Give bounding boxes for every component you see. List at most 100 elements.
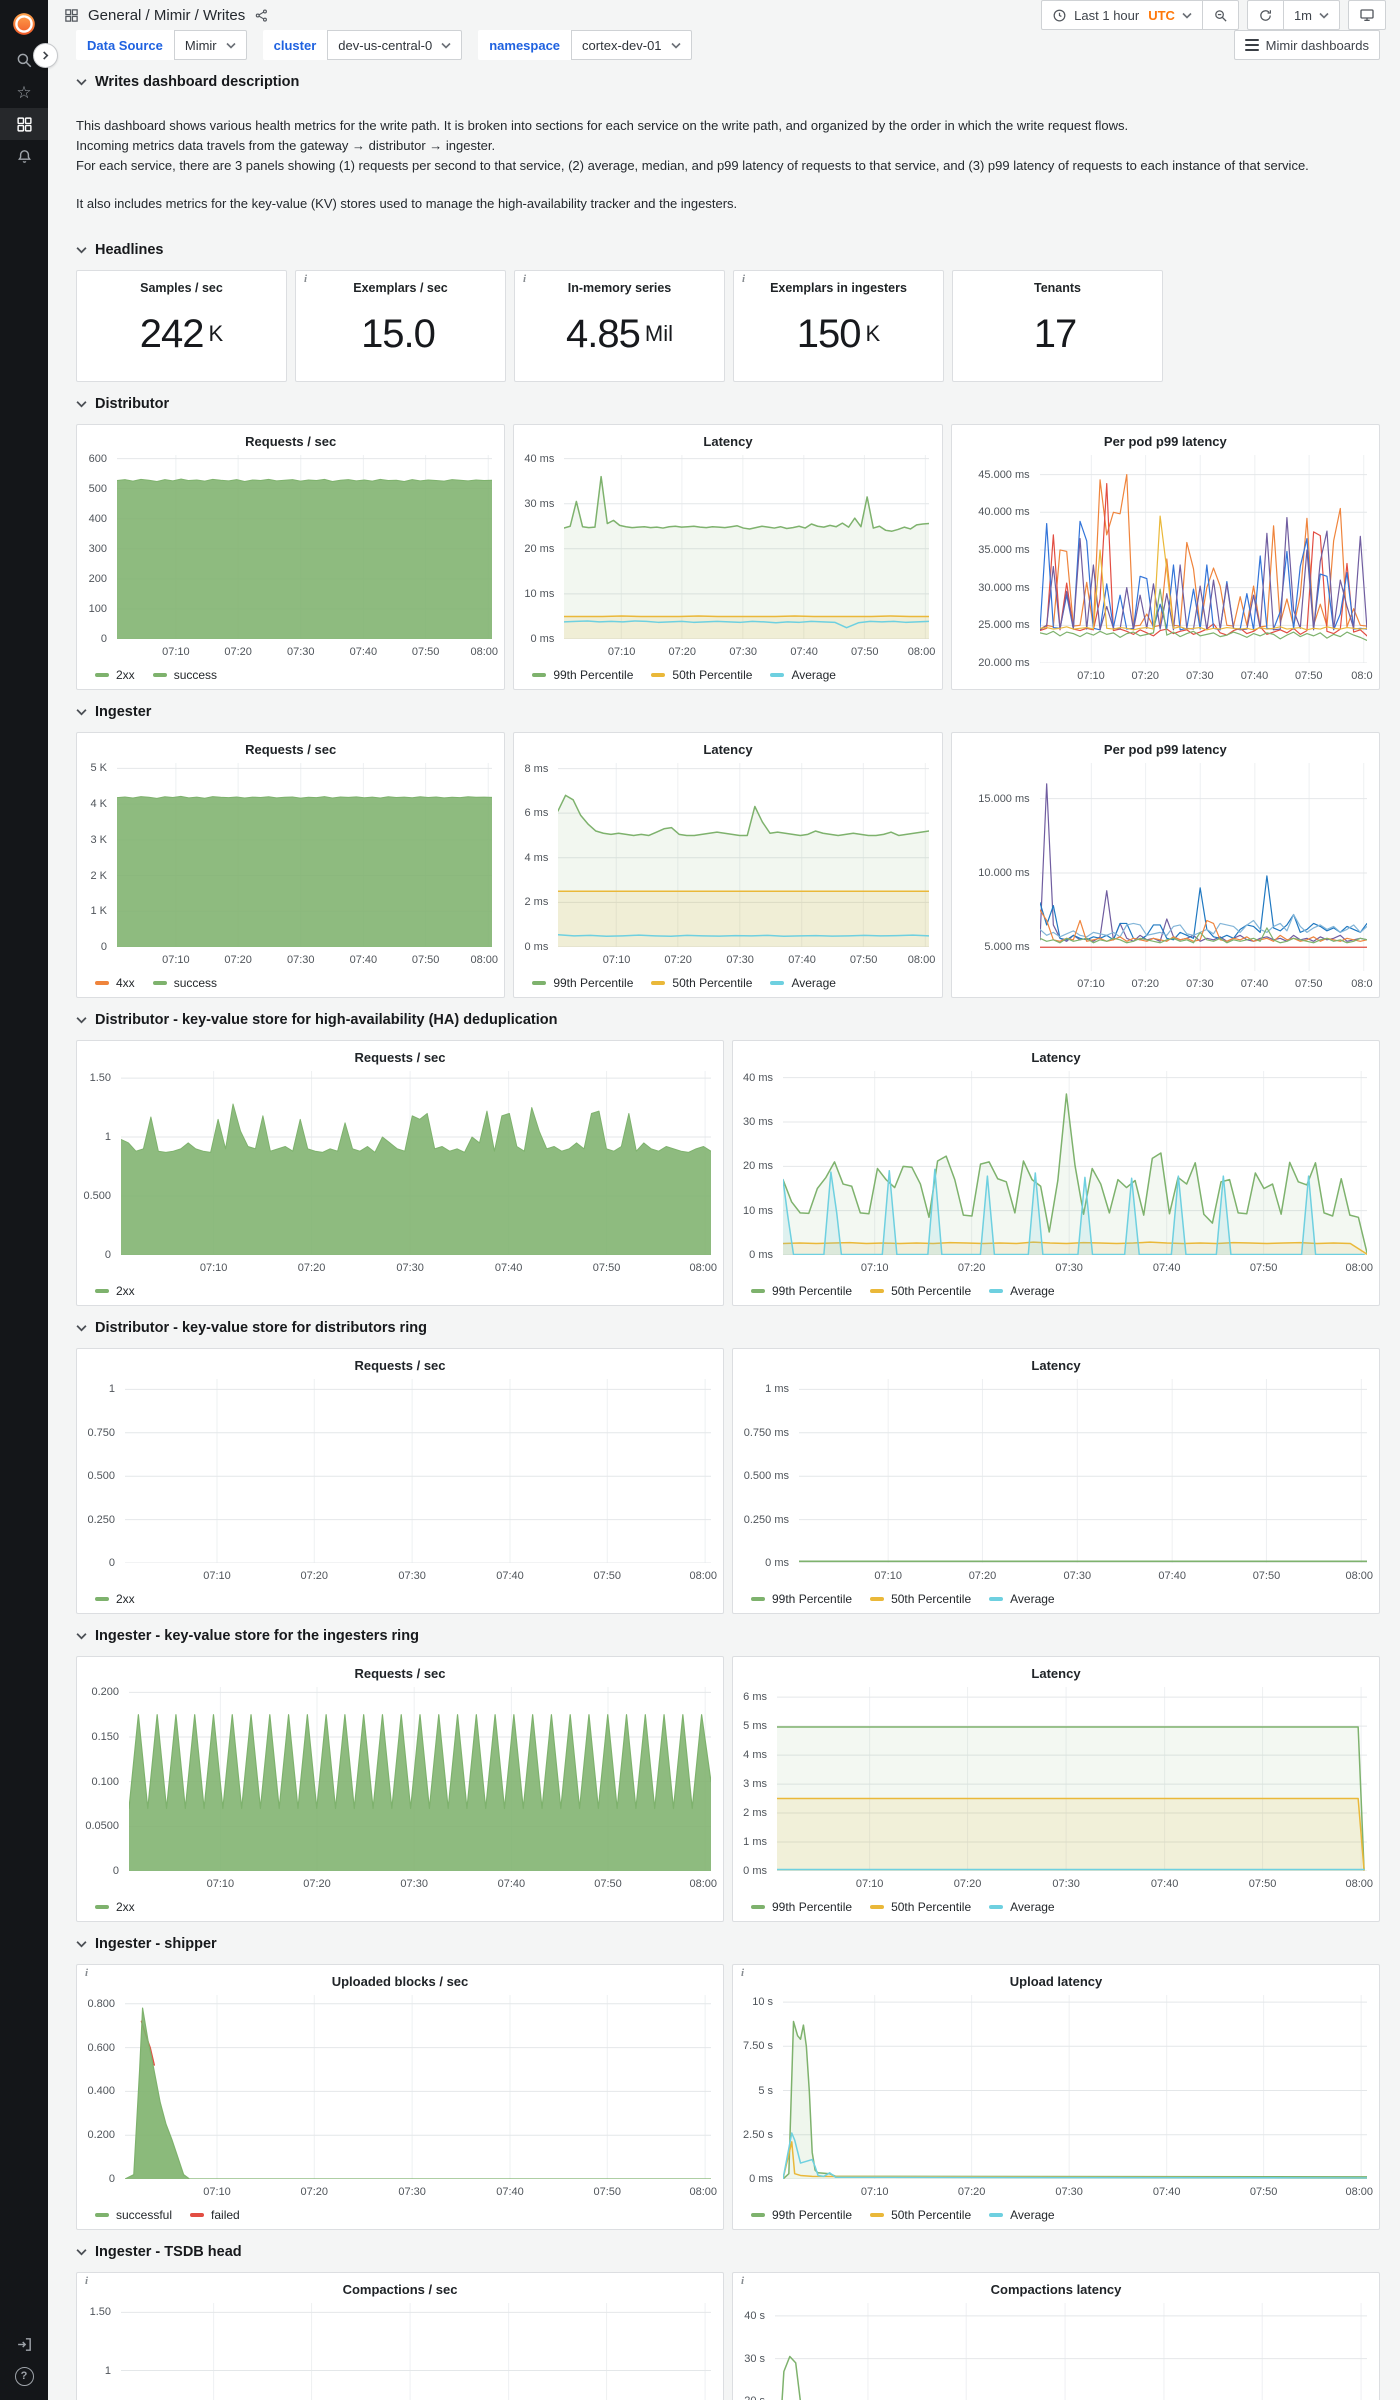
panel-title[interactable]: Requests / sec — [77, 1349, 723, 1373]
panel-title[interactable]: Latency — [733, 1349, 1379, 1373]
info-icon[interactable]: i — [304, 273, 307, 285]
alerting-bell-icon[interactable] — [0, 140, 48, 172]
panel-title[interactable]: Per pod p99 latency — [952, 425, 1379, 449]
legend-item[interactable]: Average — [770, 976, 836, 990]
legend-item[interactable]: Average — [989, 1900, 1055, 1914]
legend-item[interactable]: success — [152, 668, 217, 682]
chart-plot-area[interactable] — [120, 1071, 712, 1256]
panel-title[interactable]: Requests / sec — [77, 1041, 723, 1065]
section-header-ingesters-ring[interactable]: Ingester - key-value store for the inges… — [76, 1626, 1380, 1646]
legend-item[interactable]: 2xx — [95, 1900, 135, 1914]
legend-item[interactable]: successful — [95, 2208, 172, 2222]
info-icon[interactable]: i — [85, 2275, 88, 2287]
panel-title[interactable]: Latency — [733, 1657, 1379, 1681]
legend-item[interactable]: 99th Percentile — [751, 1592, 852, 1606]
panel-title[interactable]: Compactions latency — [733, 2273, 1379, 2297]
refresh-interval-dropdown[interactable]: 1m — [1283, 0, 1340, 30]
chart-plot-area[interactable] — [116, 455, 493, 640]
chart-plot-area[interactable] — [782, 1071, 1368, 1256]
share-icon[interactable] — [254, 8, 269, 23]
panel-title[interactable]: Per pod p99 latency — [952, 733, 1379, 757]
mimir-dashboards-button[interactable]: Mimir dashboards — [1233, 30, 1380, 60]
section-header-shipper[interactable]: Ingester - shipper — [76, 1934, 1380, 1954]
legend-item[interactable]: 99th Percentile — [532, 976, 633, 990]
zoom-out-button[interactable] — [1202, 0, 1239, 30]
dashboards-icon[interactable] — [0, 108, 48, 140]
panel-title[interactable]: Latency — [514, 425, 941, 449]
chart-plot-area[interactable] — [798, 1379, 1368, 1564]
section-header-ingester[interactable]: Ingester — [76, 702, 1380, 722]
chevron-down-icon — [441, 42, 451, 49]
legend-item[interactable]: 50th Percentile — [870, 2208, 971, 2222]
legend-item[interactable]: 50th Percentile — [870, 1900, 971, 1914]
breadcrumb[interactable]: General / Mimir / Writes — [64, 7, 269, 24]
panel-title[interactable]: Requests / sec — [77, 733, 504, 757]
tv-mode-button[interactable] — [1348, 0, 1386, 30]
legend-item[interactable]: 50th Percentile — [870, 1592, 971, 1606]
panel-title[interactable]: Uploaded blocks / sec — [77, 1965, 723, 1989]
info-icon[interactable]: i — [741, 2275, 744, 2287]
legend-item[interactable]: success — [152, 976, 217, 990]
legend-item[interactable]: 99th Percentile — [532, 668, 633, 682]
legend-item[interactable]: 99th Percentile — [751, 2208, 852, 2222]
legend-item[interactable]: 50th Percentile — [870, 1284, 971, 1298]
chart-plot-area[interactable] — [125, 1379, 711, 1564]
legend-item[interactable]: Average — [770, 668, 836, 682]
section-header-distributors-ring[interactable]: Distributor - key-value store for distri… — [76, 1318, 1380, 1338]
chart-plot-area[interactable] — [557, 763, 931, 948]
chart-plot-area[interactable] — [124, 1995, 712, 2180]
legend-item[interactable]: Average — [989, 2208, 1055, 2222]
panel-title[interactable]: Compactions / sec — [77, 2273, 723, 2297]
expand-sidebar-button[interactable] — [33, 43, 58, 68]
panel-title[interactable]: Latency — [514, 733, 941, 757]
legend-item[interactable]: 99th Percentile — [751, 1900, 852, 1914]
legend-item[interactable]: 4xx — [95, 976, 135, 990]
panel-title[interactable]: Latency — [733, 1041, 1379, 1065]
star-icon[interactable]: ☆ — [0, 76, 48, 108]
section-header-distributor[interactable]: Distributor — [76, 394, 1380, 414]
chart-plot-area[interactable] — [1039, 763, 1368, 971]
chart-plot-area[interactable] — [116, 763, 493, 948]
chart-plot-area[interactable] — [128, 1687, 712, 1872]
legend-item[interactable]: 50th Percentile — [651, 668, 752, 682]
chart-plot-area[interactable] — [776, 1687, 1367, 1872]
panel-title[interactable]: Requests / sec — [77, 425, 504, 449]
legend-item[interactable]: failed — [190, 2208, 240, 2222]
variable-value-dropdown[interactable]: dev-us-central-0 — [327, 30, 463, 60]
stat-label[interactable]: Exemplars / sec — [296, 271, 505, 295]
stat-label[interactable]: Samples / sec — [77, 271, 286, 295]
variable-value-dropdown[interactable]: cortex-dev-01 — [571, 30, 692, 60]
chart-plot-area[interactable] — [1039, 455, 1368, 664]
info-icon[interactable]: i — [523, 273, 526, 285]
variable-value-dropdown[interactable]: Mimir — [173, 30, 247, 60]
chart-plot-area[interactable] — [563, 455, 931, 640]
legend-item[interactable]: 2xx — [95, 1592, 135, 1606]
legend-item[interactable]: Average — [989, 1592, 1055, 1606]
sign-in-icon[interactable] — [0, 2328, 48, 2360]
section-header-description[interactable]: Writes dashboard description — [76, 72, 1380, 92]
stat-label[interactable]: Exemplars in ingesters — [734, 271, 943, 295]
help-icon[interactable]: ? — [0, 2360, 48, 2392]
chart-plot-area[interactable] — [121, 2303, 711, 2400]
stat-label[interactable]: Tenants — [953, 271, 1162, 295]
info-icon[interactable]: i — [741, 1967, 744, 1979]
info-icon[interactable]: i — [742, 273, 745, 285]
panel-title[interactable]: Requests / sec — [77, 1657, 723, 1681]
section-header-headlines[interactable]: Headlines — [76, 240, 1380, 260]
legend-item[interactable]: 50th Percentile — [651, 976, 752, 990]
grafana-logo-icon[interactable] — [0, 4, 48, 44]
legend-item[interactable]: 2xx — [95, 668, 135, 682]
legend-item[interactable]: Average — [989, 1284, 1055, 1298]
section-header-ha-dedup[interactable]: Distributor - key-value store for high-a… — [76, 1010, 1380, 1030]
chart-plot-area[interactable] — [775, 2303, 1367, 2400]
legend-item[interactable]: 99th Percentile — [751, 1284, 852, 1298]
panel-title[interactable]: Upload latency — [733, 1965, 1379, 1989]
chart-plot-area[interactable] — [782, 1995, 1368, 2180]
refresh-button[interactable] — [1246, 0, 1284, 30]
stat-label[interactable]: In-memory series — [515, 271, 724, 295]
time-range-button[interactable]: Last 1 hour UTC — [1041, 0, 1203, 30]
section-header-tsdb-head[interactable]: Ingester - TSDB head — [76, 2242, 1380, 2262]
y-axis-tick: 35.000 ms — [978, 543, 1030, 556]
info-icon[interactable]: i — [85, 1967, 88, 1979]
legend-item[interactable]: 2xx — [95, 1284, 135, 1298]
